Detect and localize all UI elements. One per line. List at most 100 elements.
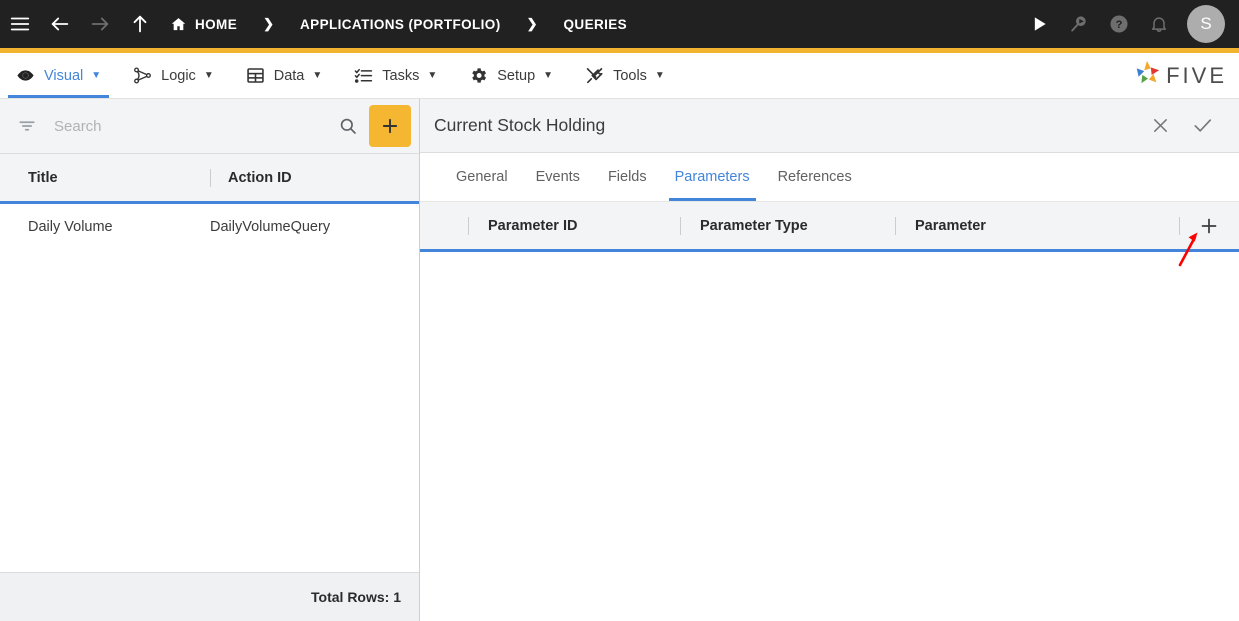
queries-list-panel: Title Action ID Daily Volume DailyVolume… (0, 99, 420, 621)
tab-fields-label: Fields (607, 169, 647, 185)
search-input[interactable] (44, 116, 331, 136)
tab-parameters-label: Parameters (674, 169, 750, 185)
search-run-icon[interactable] (1059, 0, 1099, 48)
tab-events-label: Events (535, 169, 580, 185)
breadcrumb: HOME ❯ APPLICATIONS (PORTFOLIO) ❯ QUERIE… (170, 0, 627, 48)
column-header-parameter-type-label: Parameter Type (700, 217, 808, 234)
column-header-action-id[interactable]: Action ID (210, 154, 419, 201)
breadcrumb-separator: ❯ (263, 16, 275, 31)
help-icon[interactable]: ? (1099, 0, 1139, 48)
breadcrumb-item-applications[interactable]: APPLICATIONS (PORTFOLIO) (300, 17, 501, 32)
column-header-parameter-id-label: Parameter ID (488, 217, 578, 234)
menu-item-data[interactable]: Data ▼ (230, 53, 339, 98)
column-header-title-label: Title (28, 169, 58, 186)
breadcrumb-item-home[interactable]: HOME (170, 16, 237, 33)
tab-general-label: General (456, 169, 508, 185)
tab-references[interactable]: References (764, 153, 866, 201)
column-header-parameter-type[interactable]: Parameter Type (680, 202, 895, 249)
column-header-parameter[interactable]: Parameter (895, 202, 1179, 249)
add-parameter-button[interactable] (1179, 202, 1239, 249)
five-logo-text: FIVE (1166, 62, 1227, 88)
queries-table-body: Daily Volume DailyVolumeQuery (0, 204, 419, 572)
chevron-down-icon: ▼ (91, 69, 102, 81)
parameters-table-header: Parameter ID Parameter Type Parameter (420, 202, 1239, 252)
cell-action-id: DailyVolumeQuery (210, 218, 331, 235)
column-divider (895, 216, 896, 235)
svg-text:?: ? (1116, 19, 1123, 31)
breadcrumb-label-applications: APPLICATIONS (PORTFOLIO) (300, 16, 501, 32)
menu-item-tools[interactable]: Tools ▼ (569, 53, 681, 98)
menu-label-logic: Logic (161, 67, 196, 84)
column-divider (680, 216, 681, 235)
topbar-left-group: HOME ❯ APPLICATIONS (PORTFOLIO) ❯ QUERIE… (0, 0, 627, 48)
menu-label-tasks: Tasks (382, 67, 420, 84)
application-window: HOME ❯ APPLICATIONS (PORTFOLIO) ❯ QUERIE… (0, 0, 1239, 621)
chevron-down-icon: ▼ (203, 69, 214, 81)
arrow-left-icon[interactable] (40, 0, 80, 48)
close-icon[interactable] (1139, 106, 1181, 146)
column-divider (468, 216, 469, 235)
plus-icon (1201, 218, 1217, 233)
search-icon[interactable] (331, 116, 365, 136)
hamburger-menu-icon[interactable] (0, 0, 40, 48)
checklist-icon (354, 66, 373, 85)
menu-item-visual[interactable]: Visual ▼ (0, 53, 117, 98)
tab-general[interactable]: General (442, 153, 522, 201)
cell-title: Daily Volume (28, 218, 113, 235)
total-rows-label: Total Rows: 1 (311, 589, 401, 605)
column-header-title[interactable]: Title (0, 154, 210, 201)
filter-icon[interactable] (10, 116, 44, 136)
queries-table-header: Title Action ID (0, 154, 419, 204)
menu-label-data: Data (273, 67, 305, 84)
menu-label-tools: Tools (613, 67, 647, 84)
menu-item-tasks[interactable]: Tasks ▼ (338, 53, 453, 98)
parameters-table-body (420, 252, 1239, 621)
main-content: Title Action ID Daily Volume DailyVolume… (0, 99, 1239, 621)
table-row[interactable]: Daily Volume DailyVolumeQuery (0, 204, 419, 249)
tab-references-label: References (777, 169, 852, 185)
column-header-action-id-label: Action ID (228, 169, 292, 186)
notifications-icon[interactable] (1139, 0, 1179, 48)
page-title: Current Stock Holding (434, 115, 606, 135)
table-grid-icon (246, 66, 265, 85)
avatar-initial: S (1200, 14, 1212, 33)
chevron-down-icon: ▼ (312, 69, 323, 81)
total-rows-footer: Total Rows: 1 (0, 572, 419, 621)
eye-icon (16, 66, 35, 85)
breadcrumb-label-queries: QUERIES (563, 16, 628, 32)
add-query-button[interactable] (369, 105, 411, 147)
top-navigation-bar: HOME ❯ APPLICATIONS (PORTFOLIO) ❯ QUERIE… (0, 0, 1239, 48)
detail-tabs: General Events Fields Parameters Referen… (420, 153, 1239, 202)
breadcrumb-item-queries[interactable]: QUERIES (564, 17, 628, 32)
check-icon[interactable] (1181, 106, 1223, 146)
five-logo: FIVE (1132, 53, 1239, 98)
gear-icon (469, 66, 488, 85)
avatar[interactable]: S (1187, 5, 1225, 43)
tools-icon (585, 66, 604, 85)
logic-nodes-icon (133, 66, 152, 85)
menu-label-visual: Visual (44, 67, 84, 84)
topbar-right-group: ? S (1019, 0, 1239, 48)
search-toolbar (0, 99, 419, 154)
arrow-right-icon[interactable] (80, 0, 120, 48)
menu-item-logic[interactable]: Logic ▼ (117, 53, 230, 98)
tab-events[interactable]: Events (522, 153, 594, 201)
module-menu-bar: Visual ▼ Logic ▼ Data ▼ Tasks ▼ Setup ▼ … (0, 53, 1239, 99)
home-icon (170, 16, 187, 33)
menu-item-setup[interactable]: Setup ▼ (453, 53, 569, 98)
detail-header-actions (1139, 106, 1223, 146)
arrow-up-icon[interactable] (120, 0, 160, 48)
tab-parameters[interactable]: Parameters (661, 153, 764, 201)
five-logo-mark (1132, 59, 1162, 92)
query-detail-panel: Current Stock Holding General Events Fie… (420, 99, 1239, 621)
chevron-down-icon: ▼ (654, 69, 665, 81)
breadcrumb-separator: ❯ (526, 16, 538, 31)
chevron-down-icon: ▼ (427, 69, 438, 81)
tab-fields[interactable]: Fields (594, 153, 661, 201)
column-header-parameter-label: Parameter (915, 217, 986, 234)
run-icon[interactable] (1019, 0, 1059, 48)
breadcrumb-label-home: HOME (195, 16, 238, 32)
menu-label-setup: Setup (497, 67, 536, 84)
column-divider (1179, 216, 1180, 235)
column-header-parameter-id[interactable]: Parameter ID (420, 202, 680, 249)
